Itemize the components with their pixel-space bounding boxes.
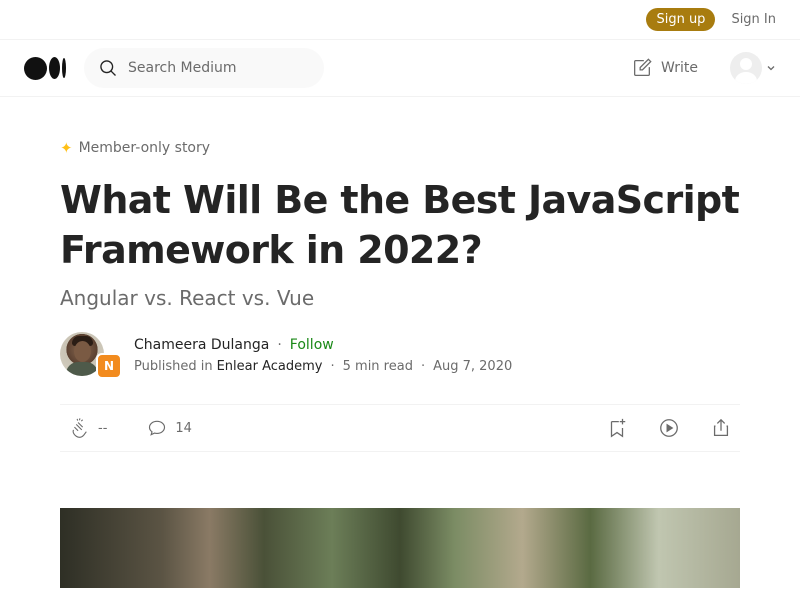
publish-date: Aug 7, 2020 [433,358,513,374]
write-icon [631,57,653,79]
site-header: Write [0,40,800,97]
author-row: N Chameera Dulanga · Follow Published in… [60,332,740,379]
search-input[interactable] [128,60,298,76]
follow-button[interactable]: Follow [290,337,334,353]
clap-icon [68,417,90,439]
sign-up-button[interactable]: Sign up [646,8,716,31]
read-time: 5 min read [342,358,413,374]
article-subtitle: Angular vs. React vs. Vue [60,286,315,310]
clap-count: -- [98,420,108,436]
top-bar: Sign up Sign In [0,0,800,40]
responses-button[interactable]: 14 [147,418,192,438]
published-prefix: Published in [134,358,213,374]
publication-logo-icon[interactable]: N [96,353,122,379]
write-label: Write [661,60,698,76]
author-avatar[interactable]: N [60,332,122,379]
search-bar[interactable] [84,48,324,88]
clap-button[interactable]: -- [68,417,107,439]
member-only-label: Member-only story [78,140,211,156]
avatar [730,52,762,84]
sign-in-button[interactable]: Sign In [731,12,776,27]
comment-icon [147,418,167,438]
search-icon [98,58,118,78]
member-only-badge: ✦ Member-only story [60,139,740,157]
user-menu[interactable] [730,52,776,84]
star-icon: ✦ [60,139,73,157]
author-name[interactable]: Chameera Dulanga [134,337,269,353]
bookmark-add-icon[interactable] [606,417,628,439]
chevron-down-icon [766,63,776,73]
publication-name[interactable]: Enlear Academy [217,359,323,374]
response-count: 14 [175,420,192,436]
article-hero-image [60,508,740,588]
medium-logo-icon[interactable] [24,56,68,80]
article-title: What Will Be the Best JavaScript Framewo… [60,178,740,272]
share-icon[interactable] [710,417,732,439]
play-icon[interactable] [658,417,680,439]
article-action-bar: -- 14 [60,404,740,452]
article: ✦ Member-only story What Will Be the Bes… [0,139,800,588]
write-button[interactable]: Write [631,57,698,79]
